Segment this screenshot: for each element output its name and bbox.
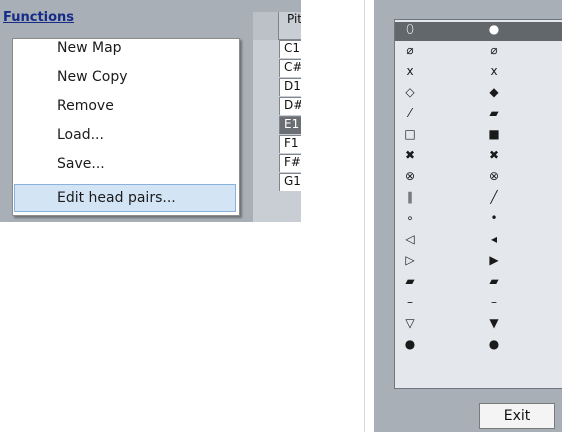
notehead-icon: x — [406, 64, 414, 78]
notehead-icon: ∥ — [407, 190, 413, 204]
notehead-icon: ▽ — [405, 316, 415, 330]
head-pair-row[interactable]: – – — [395, 295, 562, 314]
pitch-cell[interactable]: G1 — [279, 173, 301, 191]
head-pair-row[interactable]: ✖ ✖ — [395, 148, 562, 167]
notehead-icon: x — [490, 64, 498, 78]
head-pair-row[interactable]: ▽ ▼ — [395, 316, 562, 335]
head-pair-row[interactable]: ◇ ◆ — [395, 85, 562, 104]
notehead-icon: ⌀ — [490, 43, 498, 57]
head-pair-row[interactable]: ∘ • — [395, 211, 562, 230]
notehead-icon: • — [490, 211, 498, 225]
head-pair-row[interactable]: x x — [395, 64, 562, 83]
menu-item-new-map[interactable]: New Map — [14, 40, 236, 68]
panel-divider — [364, 0, 365, 432]
notehead-icon: ⊗ — [488, 169, 500, 183]
head-pair-row[interactable]: ▷ ▶ — [395, 253, 562, 272]
notehead-icon: ▰ — [489, 274, 499, 288]
notehead-icon: ▷ — [405, 253, 415, 267]
notehead-icon: □ — [404, 127, 416, 141]
exit-button[interactable]: Exit — [479, 403, 555, 429]
notehead-icon: ⊗ — [404, 169, 416, 183]
menu-item-edit-head-pairs[interactable]: Edit head pairs... — [14, 184, 236, 212]
pitch-cell-selected[interactable]: E1 — [279, 116, 301, 134]
head-pairs-list: ⬯ ● ⌀ ⌀ x x ◇ ◆ ⁄ ▰ □ ■ ✖ ✖ ⊗ ⊗ ∥ ╱ ∘ • … — [394, 19, 562, 389]
head-pair-row[interactable]: ∥ ╱ — [395, 190, 562, 209]
notehead-icon: – — [407, 295, 413, 309]
notehead-icon: ✖ — [488, 148, 500, 162]
pitch-cell[interactable]: F1 — [279, 135, 301, 153]
notehead-icon: ∘ — [406, 211, 414, 225]
pitch-cell[interactable]: D#1 — [279, 97, 301, 115]
notehead-icon: ▰ — [405, 274, 415, 288]
notehead-icon: ● — [404, 337, 416, 351]
head-pair-row[interactable]: ⁄ ▰ — [395, 106, 562, 125]
menu-item-load[interactable]: Load... — [14, 127, 236, 155]
notehead-icon: ◂ — [490, 232, 498, 246]
menu-item-remove[interactable]: Remove — [14, 98, 236, 126]
head-pair-row[interactable]: ● ● — [395, 337, 562, 356]
pitch-cell[interactable]: C#1 — [279, 59, 301, 77]
functions-menu: New Map New Copy Remove Load... Save... … — [12, 38, 240, 216]
notehead-icon: ■ — [488, 127, 500, 141]
head-pair-row[interactable]: ▰ ▰ — [395, 274, 562, 293]
notehead-icon: ● — [488, 22, 500, 36]
head-pair-row[interactable]: ⌀ ⌀ — [395, 43, 562, 62]
notehead-icon: ◇ — [405, 85, 415, 99]
head-pairs-dialog: ⬯ ● ⌀ ⌀ x x ◇ ◆ ⁄ ▰ □ ■ ✖ ✖ ⊗ ⊗ ∥ ╱ ∘ • … — [374, 0, 562, 432]
notehead-icon: – — [491, 295, 497, 309]
functions-menu-title[interactable]: Functions — [3, 10, 74, 25]
pitch-table-header: Pitch — [253, 12, 301, 40]
notehead-icon: ⁄ — [408, 106, 411, 120]
head-pair-row[interactable]: ⊗ ⊗ — [395, 169, 562, 188]
notehead-icon: ▼ — [489, 316, 499, 330]
menu-item-save[interactable]: Save... — [14, 156, 236, 184]
head-pair-row[interactable]: ⬯ ● — [395, 22, 562, 41]
row-gutter — [253, 12, 279, 40]
pitch-table: Pitch C1 C#1 D1 D#1 E1 F1 F#1 G1 — [253, 12, 301, 222]
head-pair-row[interactable]: □ ■ — [395, 127, 562, 146]
menu-item-new-copy[interactable]: New Copy — [14, 69, 236, 97]
notehead-icon: ● — [488, 337, 500, 351]
head-pair-row[interactable]: ◁ ◂ — [395, 232, 562, 251]
notehead-icon: ╱ — [490, 190, 498, 204]
pitch-cell[interactable]: F#1 — [279, 154, 301, 172]
notehead-icon: ⬯ — [406, 22, 414, 36]
notehead-icon: ✖ — [404, 148, 416, 162]
notehead-icon: ◁ — [405, 232, 415, 246]
notehead-icon: ◆ — [489, 85, 499, 99]
pitch-column-header[interactable]: Pitch — [287, 12, 301, 26]
notehead-icon: ⌀ — [406, 43, 414, 57]
pitch-cell[interactable]: C1 — [279, 40, 301, 58]
pitch-cell[interactable]: D1 — [279, 78, 301, 96]
notehead-icon: ▰ — [489, 106, 499, 120]
notehead-icon: ▶ — [489, 253, 499, 267]
functions-panel: Functions New Map New Copy Remove Load..… — [0, 0, 301, 222]
